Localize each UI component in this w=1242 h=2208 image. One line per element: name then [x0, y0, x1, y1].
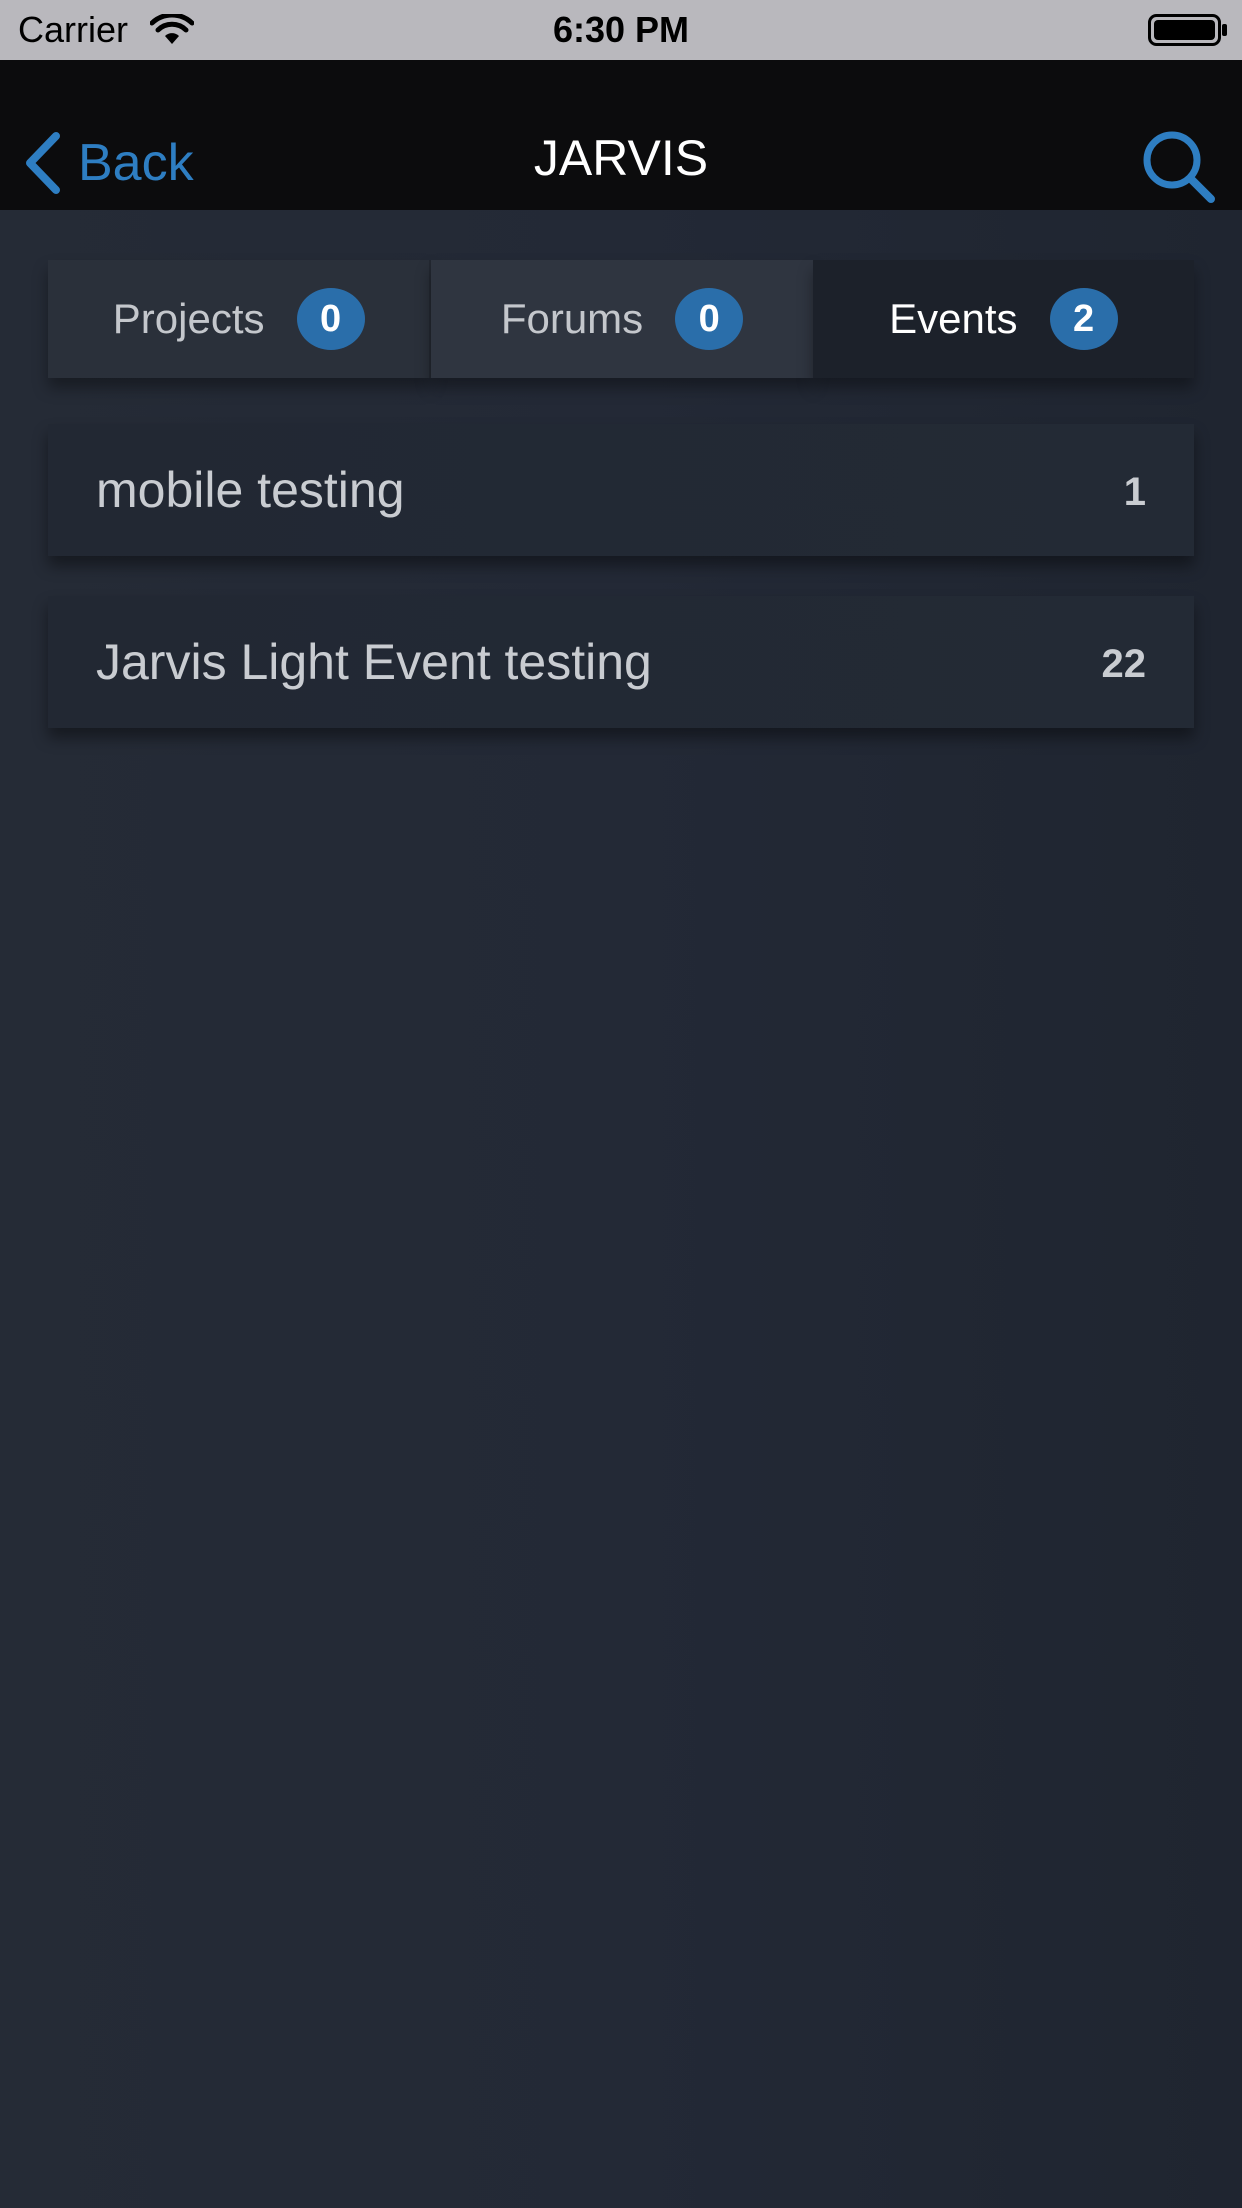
tab-events-count-badge: 2 [1049, 288, 1118, 350]
event-title: mobile testing [96, 462, 405, 518]
event-count: 22 [1101, 642, 1147, 686]
tab-projects[interactable]: Projects 0 [48, 260, 432, 378]
tab-events-label: Events [889, 295, 1018, 342]
status-time: 6:30 PM [552, 9, 690, 50]
tab-projects-count-badge: 0 [296, 288, 365, 350]
list-item[interactable]: mobile testing 1 [48, 424, 1194, 556]
tab-bar: Projects 0 Forums 0 Events 2 [48, 260, 1194, 378]
tab-projects-label: Projects [112, 295, 265, 342]
page-title: JARVIS [533, 130, 709, 186]
list-item[interactable]: Jarvis Light Event testing 22 [48, 596, 1194, 728]
battery-icon [1148, 14, 1227, 46]
tab-forums[interactable]: Forums 0 [431, 260, 813, 378]
search-icon[interactable] [1140, 128, 1216, 204]
tab-forums-label: Forums [500, 295, 644, 342]
status-bar: Carrier 6:30 PM [0, 0, 1242, 60]
tab-events[interactable]: Events 2 [812, 260, 1194, 378]
event-count: 1 [1123, 470, 1146, 514]
nav-bar: Back JARVIS [0, 60, 1242, 210]
tab-forums-count-badge: 0 [675, 288, 744, 350]
event-title: Jarvis Light Event testing [96, 634, 652, 690]
